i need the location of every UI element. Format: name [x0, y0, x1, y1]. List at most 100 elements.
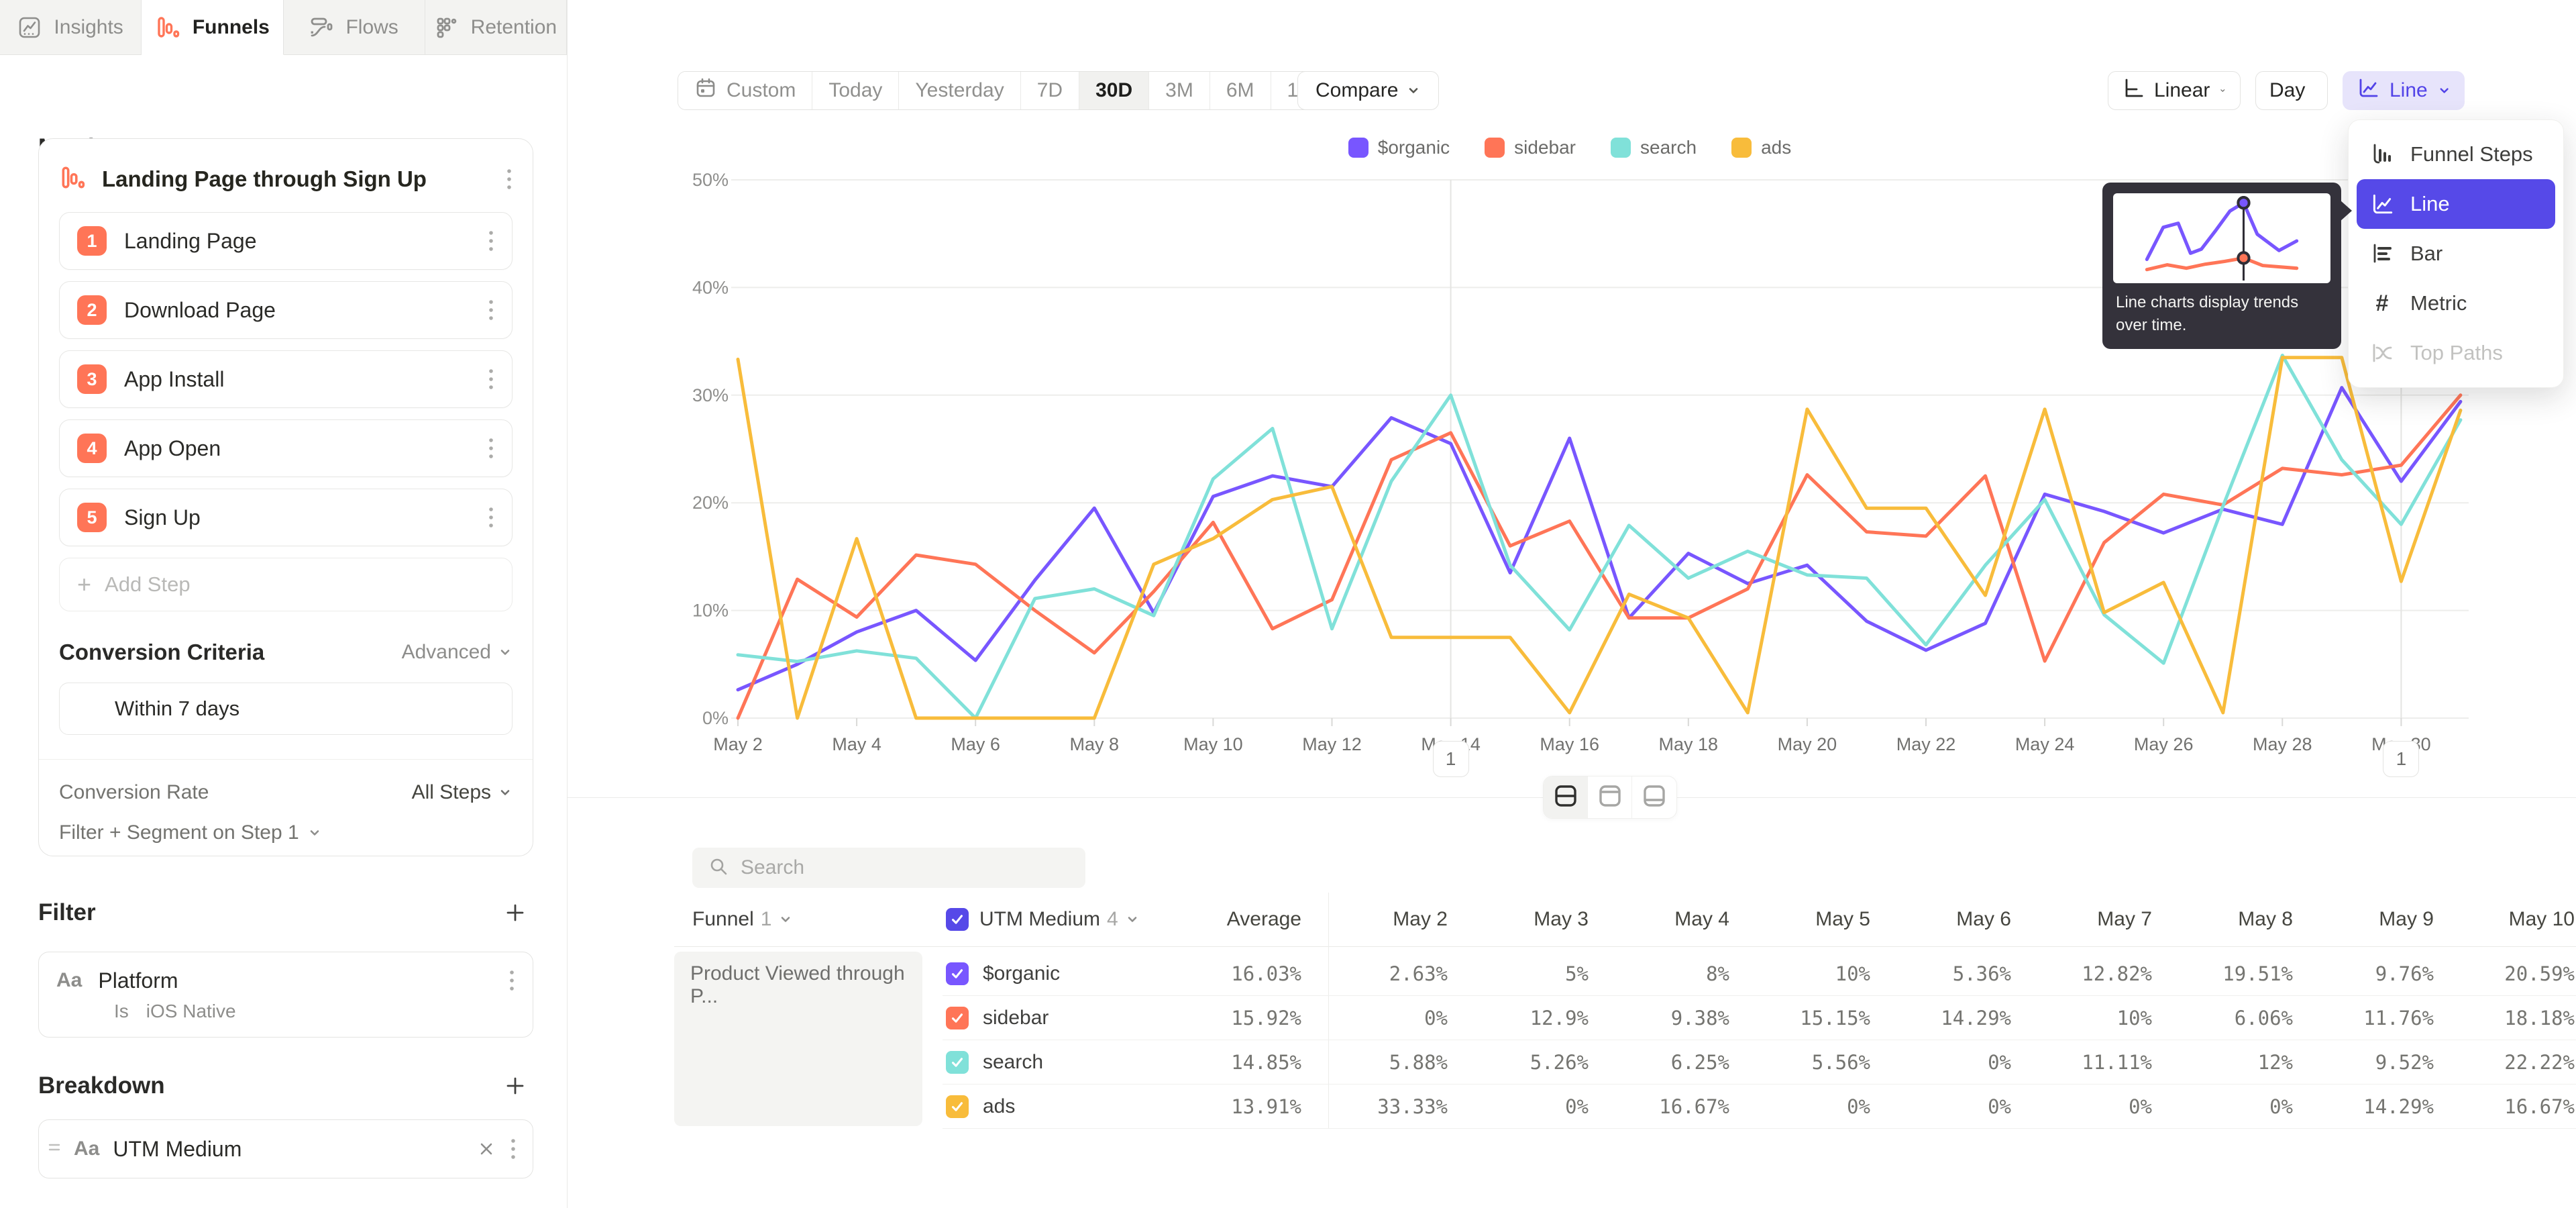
- svg-text:40%: 40%: [692, 277, 729, 297]
- tab-insights[interactable]: Insights: [0, 0, 142, 55]
- all-steps-dropdown[interactable]: All Steps: [412, 781, 513, 804]
- cell-value: 0%: [2165, 1085, 2293, 1129]
- cell-value: 12.9%: [1461, 996, 1589, 1040]
- kebab-menu-icon[interactable]: [488, 366, 494, 393]
- cell-value: 22.22%: [2447, 1040, 2575, 1085]
- menu-item-metric[interactable]: # Metric: [2357, 279, 2555, 328]
- kebab-menu-icon[interactable]: [488, 228, 494, 254]
- funnel-step-2[interactable]: 2 Download Page: [59, 281, 513, 339]
- step-number-badge: 1: [77, 226, 107, 256]
- legend-item-search[interactable]: search: [1611, 137, 1697, 158]
- row-checkbox[interactable]: [946, 1095, 969, 1118]
- layout-toggle-group: [1543, 776, 1677, 819]
- legend-swatch: [1485, 138, 1505, 158]
- legend-item-ads[interactable]: ads: [1731, 137, 1791, 158]
- kebab-menu-icon[interactable]: [506, 166, 513, 193]
- kebab-menu-icon[interactable]: [510, 1136, 517, 1162]
- kebab-menu-icon[interactable]: [488, 435, 494, 462]
- filter-condition-row[interactable]: Is iOS Native: [39, 998, 533, 1037]
- line-chart-icon: [2356, 76, 2380, 105]
- range-button-yesterday[interactable]: Yesterday: [899, 72, 1020, 109]
- legend-label: sidebar: [1514, 137, 1576, 158]
- interval-dropdown[interactable]: Day: [2255, 71, 2328, 110]
- range-button-custom[interactable]: Custom: [678, 72, 812, 109]
- legend-item-sidebar[interactable]: sidebar: [1485, 137, 1576, 158]
- series-line-ads[interactable]: [738, 358, 2461, 718]
- legend-label: search: [1640, 137, 1697, 158]
- column-header-may-8[interactable]: May 8: [2165, 893, 2293, 946]
- range-button-30d[interactable]: 30D: [1079, 72, 1149, 109]
- conversion-window-control[interactable]: Within 7 days: [59, 683, 513, 735]
- add-step-button[interactable]: + Add Step: [59, 558, 513, 611]
- add-filter-button[interactable]: [504, 901, 527, 924]
- compare-button[interactable]: Compare: [1297, 71, 1439, 110]
- column-header-may-2[interactable]: May 2: [1320, 893, 1448, 946]
- cell-value: 11.76%: [2306, 996, 2434, 1040]
- add-breakdown-button[interactable]: [504, 1074, 527, 1097]
- breakdown-col-count: 4: [1107, 908, 1118, 931]
- menu-item-funnel-steps[interactable]: Funnel Steps: [2357, 130, 2555, 179]
- funnel-step-4[interactable]: 4 App Open: [59, 419, 513, 477]
- column-header-may-9[interactable]: May 9: [2306, 893, 2434, 946]
- search-input[interactable]: [741, 856, 1071, 879]
- scale-dropdown[interactable]: Linear: [2108, 71, 2241, 110]
- drag-handle-icon[interactable]: [48, 1140, 60, 1159]
- breakdown-utm-medium-chip[interactable]: Aa UTM Medium: [38, 1119, 533, 1178]
- column-header-may-4[interactable]: May 4: [1602, 893, 1729, 946]
- funnel-step-5[interactable]: 5 Sign Up: [59, 489, 513, 546]
- kebab-menu-icon[interactable]: [488, 504, 494, 531]
- annotation-badge-may-14[interactable]: 1: [1433, 741, 1469, 777]
- svg-text:May 12: May 12: [1302, 734, 1362, 754]
- chevron-down-icon: [307, 825, 322, 840]
- menu-item-line[interactable]: Line: [2357, 179, 2555, 229]
- row-checkbox[interactable]: [946, 1007, 969, 1029]
- funnel-title-row[interactable]: Landing Page through Sign Up: [59, 158, 513, 201]
- row-checkbox[interactable]: [946, 962, 969, 985]
- filter-segment-dropdown[interactable]: Filter + Segment on Step 1: [59, 821, 513, 844]
- breakdown-table: Funnel 1 UTM Medium 4AverageMay 2May 3Ma…: [674, 893, 2576, 1161]
- layout-toggle-bottom-panel[interactable]: [1632, 776, 1676, 818]
- tab-retention[interactable]: Retention: [425, 0, 567, 55]
- breakdown-column-header[interactable]: UTM Medium 4: [946, 893, 1140, 946]
- column-header-may-5[interactable]: May 5: [1743, 893, 1870, 946]
- legend-item-organic[interactable]: $organic: [1348, 137, 1450, 158]
- kebab-menu-icon[interactable]: [508, 967, 515, 994]
- select-all-checkbox[interactable]: [946, 908, 969, 931]
- filter-platform-card[interactable]: Aa Platform Is iOS Native: [38, 952, 533, 1038]
- funnel-step-1[interactable]: 1 Landing Page: [59, 212, 513, 270]
- advanced-dropdown[interactable]: Advanced: [402, 641, 513, 664]
- tab-flows[interactable]: Flows: [284, 0, 425, 55]
- cell-value: 18.18%: [2447, 996, 2575, 1040]
- annotation-badge-may-30[interactable]: 1: [2383, 741, 2419, 777]
- tab-funnels[interactable]: Funnels: [142, 0, 283, 55]
- svg-text:30%: 30%: [692, 385, 729, 405]
- range-button-7d[interactable]: 7D: [1021, 72, 1079, 109]
- column-header-may-3[interactable]: May 3: [1461, 893, 1589, 946]
- layout-toggle-header-panel[interactable]: [1588, 776, 1632, 818]
- menu-item-bar[interactable]: Bar: [2357, 229, 2555, 279]
- legend-label: $organic: [1378, 137, 1450, 158]
- column-header-may-10[interactable]: May 10: [2447, 893, 2575, 946]
- column-header-may-6[interactable]: May 6: [1884, 893, 2011, 946]
- layout-toggle-split-horizontal[interactable]: [1544, 776, 1588, 818]
- remove-breakdown-icon[interactable]: [476, 1139, 496, 1159]
- chart-type-dropdown[interactable]: Line: [2343, 71, 2465, 110]
- step-label: Landing Page: [124, 229, 488, 254]
- chevron-down-icon: [2219, 83, 2226, 98]
- tab-label: Flows: [345, 16, 398, 39]
- column-header-average[interactable]: Average: [1174, 893, 1301, 946]
- advanced-label: Advanced: [402, 641, 491, 664]
- cell-value: 14.85%: [1174, 1040, 1301, 1085]
- range-button-3m[interactable]: 3M: [1149, 72, 1210, 109]
- funnel-step-3[interactable]: 3 App Install: [59, 350, 513, 408]
- breakdown-section-heading: Breakdown: [38, 1072, 527, 1099]
- cell-value: 12%: [2165, 1040, 2293, 1085]
- kebab-menu-icon[interactable]: [488, 297, 494, 323]
- range-button-6m[interactable]: 6M: [1210, 72, 1271, 109]
- series-line-organic[interactable]: [738, 388, 2461, 690]
- svg-text:May 22: May 22: [1896, 734, 1956, 754]
- range-button-today[interactable]: Today: [812, 72, 899, 109]
- column-header-may-7[interactable]: May 7: [2025, 893, 2152, 946]
- row-checkbox[interactable]: [946, 1051, 969, 1074]
- funnel-column-header[interactable]: Funnel 1: [692, 893, 793, 946]
